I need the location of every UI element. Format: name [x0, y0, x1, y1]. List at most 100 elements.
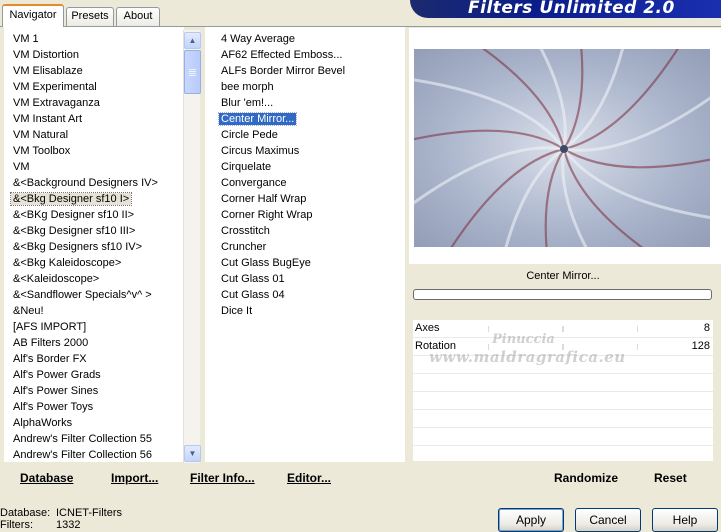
filter-item[interactable]: Cirquelate	[205, 159, 273, 175]
filter-item[interactable]: Cut Glass 04	[205, 287, 287, 303]
filter-item[interactable]: bee morph	[205, 79, 276, 95]
preview-center	[560, 145, 568, 153]
category-item[interactable]: VM Instant Art	[4, 111, 84, 127]
category-item[interactable]: &<Background Designers IV>	[4, 175, 160, 191]
filter-item[interactable]: AF62 Effected Emboss...	[205, 47, 344, 63]
category-item[interactable]: VM 1	[4, 31, 41, 47]
randomize-button[interactable]: Randomize	[554, 470, 618, 486]
editor-button[interactable]: Editor...	[287, 470, 331, 486]
help-button[interactable]: Help	[652, 508, 718, 532]
filter-item-label: Corner Half Wrap	[221, 193, 307, 205]
category-item-label: VM Elisablaze	[13, 65, 83, 77]
category-item-label: Alf's Power Toys	[13, 401, 94, 413]
scroll-up-button[interactable]: ▲	[184, 32, 201, 49]
database-button[interactable]: Database	[20, 470, 73, 486]
cancel-button[interactable]: Cancel	[575, 508, 641, 532]
tab-bar: Navigator Presets About	[0, 0, 400, 27]
category-item-label: &<Kaleidoscope>	[13, 273, 100, 285]
filter-item[interactable]: Cut Glass 01	[205, 271, 287, 287]
filter-list[interactable]: 4 Way Average AF62 Effected Emboss... ALFs…	[205, 27, 405, 462]
category-item[interactable]: Alf's Power Sines	[4, 383, 100, 399]
scroll-thumb[interactable]	[184, 50, 201, 94]
watermark-line2: www.maldragrafica.eu	[429, 348, 626, 366]
category-item-label: AB Filters 2000	[13, 337, 89, 349]
filter-item[interactable]: Dice It	[205, 303, 254, 319]
filter-info-button[interactable]: Filter Info...	[190, 470, 255, 486]
filter-item[interactable]: Cut Glass BugEye	[205, 255, 313, 271]
filter-item-label: bee morph	[221, 81, 274, 93]
category-item[interactable]: VM	[4, 159, 32, 175]
filter-item-label: Convergance	[221, 177, 287, 189]
category-item[interactable]: AlphaWorks	[4, 415, 74, 431]
status-value: 1332	[56, 519, 81, 531]
param-row-empty	[413, 374, 713, 392]
tab-presets[interactable]: Presets	[66, 7, 114, 26]
apply-button[interactable]: Apply	[498, 508, 564, 532]
tab-about[interactable]: About	[116, 7, 160, 26]
category-item-label: VM Experimental	[13, 81, 97, 93]
category-item-label: &Neu!	[13, 305, 44, 317]
category-item[interactable]: Alf's Border FX	[4, 351, 89, 367]
category-list[interactable]: VM 1 VM Distortion VM Elisablaze VM Experim…	[4, 27, 184, 462]
filter-item-label: Cut Glass 01	[221, 273, 285, 285]
category-item-label: AlphaWorks	[13, 417, 73, 429]
category-item-label: VM Instant Art	[13, 113, 83, 125]
category-item[interactable]: &<Bkg Designer sf10 III>	[4, 223, 137, 239]
category-item[interactable]: VM Extravaganza	[4, 95, 102, 111]
category-item[interactable]: Andrew's Filter Collection 55	[4, 431, 154, 447]
category-item[interactable]: VM Natural	[4, 127, 70, 143]
category-item-label: &<Bkg Designers sf10 IV>	[13, 241, 143, 253]
category-item[interactable]: VM Toolbox	[4, 143, 72, 159]
param-row-empty	[413, 446, 713, 464]
filter-item[interactable]: Blur 'em!...	[205, 95, 275, 111]
category-item[interactable]: &<Kaleidoscope>	[4, 271, 101, 287]
category-scrollbar[interactable]: ▲ ▼	[183, 30, 201, 463]
filter-item-label: Center Mirror...	[217, 112, 298, 126]
category-item-label: &<Sandflower Specials^v^ >	[13, 289, 152, 301]
filter-item-label: Corner Right Wrap	[221, 209, 313, 221]
filter-item-label: Dice It	[221, 305, 253, 317]
category-item[interactable]: Alf's Power Toys	[4, 399, 95, 415]
import-button[interactable]: Import...	[111, 470, 158, 486]
category-item[interactable]: &<Sandflower Specials^v^ >	[4, 287, 154, 303]
filter-item[interactable]: 4 Way Average	[205, 31, 297, 47]
category-item[interactable]: VM Distortion	[4, 47, 81, 63]
category-item[interactable]: &<Bkg Designers sf10 IV>	[4, 239, 144, 255]
filter-item-label: Cut Glass BugEye	[221, 257, 311, 269]
category-item[interactable]: [AFS IMPORT]	[4, 319, 88, 335]
category-item-label: VM Natural	[13, 129, 69, 141]
category-item-label: &<Bkg Designer sf10 I>	[9, 192, 133, 206]
category-item[interactable]: &<Bkg Designer sf10 I>	[4, 191, 133, 207]
param-row-empty	[413, 410, 713, 428]
category-item[interactable]: Alf's Power Grads	[4, 367, 103, 383]
category-item-label: &<Bkg Kaleidoscope>	[13, 257, 122, 269]
category-item[interactable]: Andrew's Filter Collection 56	[4, 447, 154, 462]
filter-item[interactable]: ALFs Border Mirror Bevel	[205, 63, 347, 79]
category-item[interactable]: &<Bkg Kaleidoscope>	[4, 255, 123, 271]
filter-item[interactable]: Corner Half Wrap	[205, 191, 308, 207]
category-item-label: VM Toolbox	[13, 145, 71, 157]
category-item[interactable]: &Neu!	[4, 303, 46, 319]
scroll-down-button[interactable]: ▼	[184, 445, 201, 462]
filter-item[interactable]: Corner Right Wrap	[205, 207, 315, 223]
category-item[interactable]: AB Filters 2000	[4, 335, 90, 351]
tab-navigator[interactable]: Navigator	[2, 4, 64, 27]
category-item-label: Andrew's Filter Collection 56	[13, 449, 153, 461]
category-item[interactable]: VM Elisablaze	[4, 63, 85, 79]
filter-item[interactable]: Circus Maximus	[205, 143, 301, 159]
reset-button[interactable]: Reset	[654, 470, 687, 486]
filter-item[interactable]: Circle Pede	[205, 127, 280, 143]
filter-item[interactable]: Crosstitch	[205, 223, 272, 239]
category-item-label: VM 1	[13, 33, 39, 45]
app-title-banner: Filters Unlimited 2.0	[410, 0, 721, 18]
category-item[interactable]: &<BKg Designer sf10 II>	[4, 207, 136, 223]
filter-item-label: Circle Pede	[221, 129, 278, 141]
filter-item[interactable]: Convergance	[205, 175, 288, 191]
filter-item-label: Cirquelate	[221, 161, 272, 173]
category-item[interactable]: VM Experimental	[4, 79, 99, 95]
status-filters: Filters: 1332	[0, 519, 200, 532]
filter-item-label: ALFs Border Mirror Bevel	[221, 65, 346, 77]
current-filter-label: Center Mirror...	[526, 270, 600, 282]
filter-item[interactable]: Center Mirror...	[205, 111, 298, 127]
filter-item[interactable]: Cruncher	[205, 239, 268, 255]
